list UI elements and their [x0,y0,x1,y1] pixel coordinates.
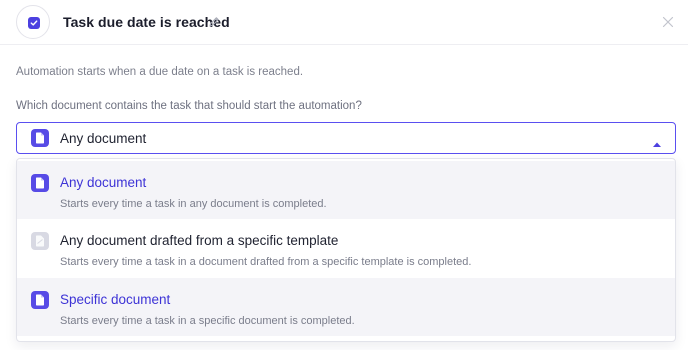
option-description: Starts every time a task in any document… [60,198,327,210]
trigger-icon-circle [16,5,50,39]
trigger-description: Automation starts when a due date on a t… [16,66,304,78]
option-description: Starts every time a task in a specific d… [60,315,355,327]
close-icon[interactable] [661,15,675,29]
document-icon [31,291,49,309]
option-any-document-from-template[interactable]: Any document drafted from a specific tem… [17,219,675,277]
checkbox-icon [28,17,40,29]
option-title: Any document drafted from a specific tem… [60,233,339,248]
document-icon [31,129,49,147]
document-select[interactable]: Any document [16,122,676,154]
selected-value: Any document [60,131,147,146]
document-icon [31,174,49,192]
trigger-title: Task due date is reached [63,14,230,30]
option-description: Starts every time a task in a document d… [60,256,472,268]
trigger-header: Task due date is reached [0,0,688,45]
automation-trigger-panel: Task due date is reached Automation star… [0,0,688,350]
option-specific-document[interactable]: Specific document Starts every time a ta… [17,278,675,336]
pencil-icon[interactable] [207,15,221,29]
option-title: Specific document [60,292,171,307]
option-title: Any document [60,175,147,190]
document-field-label: Which document contains the task that sh… [16,100,362,112]
template-document-icon [31,232,49,250]
option-any-document[interactable]: Any document Starts every time a task in… [17,161,675,219]
caret-up-icon[interactable] [652,135,662,147]
document-dropdown-menu: Any document Starts every time a task in… [16,158,676,342]
